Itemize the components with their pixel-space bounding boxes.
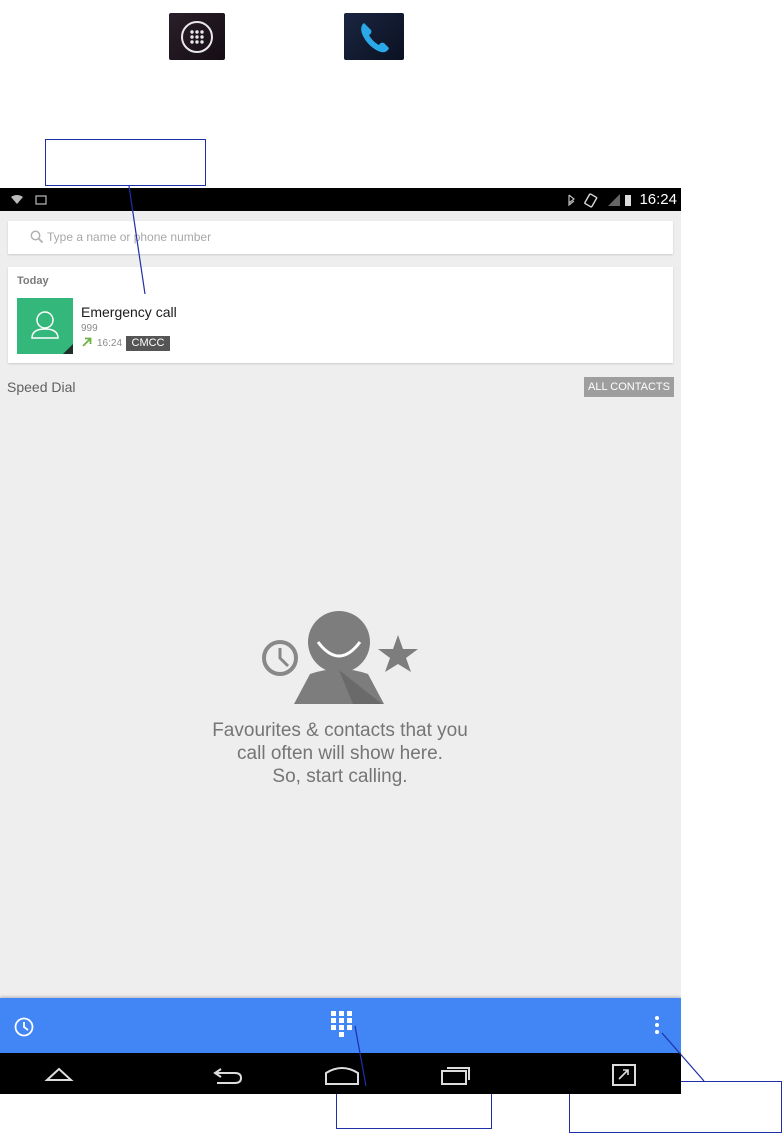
empty-message-line: call often will show here. — [237, 743, 443, 764]
call-time: 16:24 — [97, 338, 123, 349]
callout-box-recent-calls — [45, 139, 206, 186]
status-system-icons — [568, 193, 631, 208]
dialpad-icon[interactable] — [330, 1010, 354, 1040]
phone-screen: 16:24 Type a name or phone number Today … — [0, 188, 681, 1094]
dialer-action-bar — [0, 998, 681, 1053]
section-label-today: Today — [17, 275, 49, 287]
back-arrow-icon[interactable] — [211, 1065, 245, 1085]
apps-grid-icon — [181, 21, 213, 53]
speed-dial-empty-illustration — [262, 611, 418, 704]
search-placeholder: Type a name or phone number — [47, 230, 212, 244]
overflow-menu-icon[interactable] — [652, 1015, 662, 1037]
apps-launcher-icon[interactable] — [169, 13, 225, 60]
avatar[interactable] — [17, 298, 73, 354]
speed-dial-heading: Speed Dial — [7, 379, 76, 395]
phone-handset-icon — [361, 23, 389, 53]
person-icon — [294, 611, 384, 704]
history-icon[interactable] — [13, 1016, 35, 1038]
contact-name: Emergency call — [81, 304, 177, 320]
star-icon — [378, 635, 418, 672]
recents-icon[interactable] — [439, 1064, 473, 1086]
search-icon — [30, 230, 44, 244]
home-icon[interactable] — [324, 1064, 360, 1086]
search-input[interactable]: Type a name or phone number — [8, 221, 673, 254]
phone-app-icon[interactable] — [344, 13, 404, 60]
recent-calls-card: Today Emergency call 999 16:24 CMCC — [8, 267, 673, 363]
person-icon — [31, 311, 73, 354]
empty-message-line: So, start calling. — [272, 766, 408, 787]
carrier-badge: CMCC — [126, 336, 170, 351]
empty-message-line: Favourites & contacts that you — [212, 720, 468, 741]
back-icon[interactable] — [44, 1065, 74, 1085]
status-time: 16:24 — [639, 191, 677, 208]
clock-icon — [262, 640, 298, 676]
outgoing-call-arrow-icon — [82, 337, 92, 347]
status-bar: 16:24 — [0, 188, 681, 211]
contact-number: 999 — [81, 323, 98, 334]
navigation-bar — [0, 1053, 681, 1094]
screenshot-icon[interactable] — [611, 1063, 637, 1087]
speed-dial-empty-message: Favourites & contacts that you call ofte… — [140, 719, 540, 788]
all-contacts-button[interactable]: ALL CONTACTS — [584, 377, 674, 397]
status-notification-icons — [11, 195, 47, 205]
